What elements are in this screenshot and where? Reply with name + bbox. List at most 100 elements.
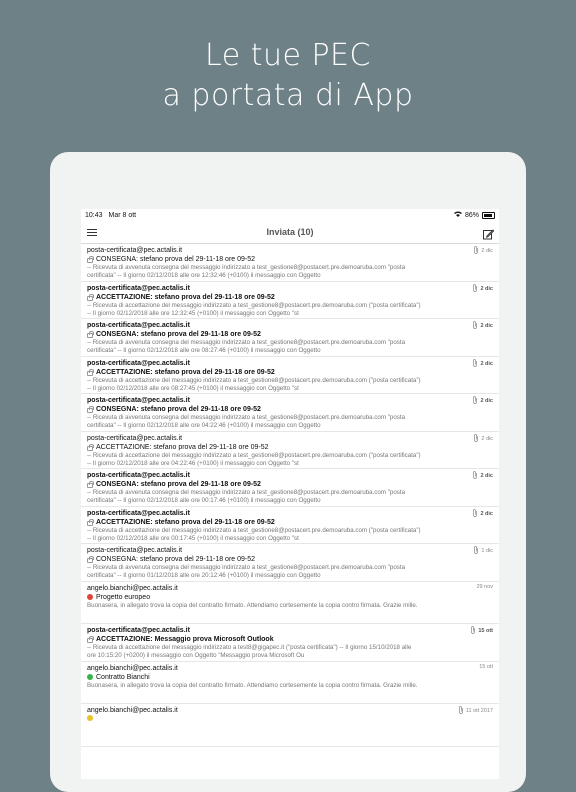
message-sender: posta-certificata@pec.actalis.it [87, 627, 190, 634]
message-sender: posta-certificata@pec.actalis.it [87, 322, 190, 329]
message-preview: -- Il giorno 02/12/2018 alle ore 12:32:4… [87, 309, 299, 317]
message-row[interactable]: posta-certificata@pec.actalis.it 15 ott AC… [81, 624, 499, 662]
message-subject-line: Contratto Bianchi [87, 673, 493, 682]
message-preview: certificata" -- Il giorno 02/12/2018 all… [87, 422, 321, 429]
message-meta: 11 ott 2017 [458, 706, 493, 716]
message-preview: -- Ricevuta di avvenuta consegna del mes… [87, 489, 406, 496]
menu-icon[interactable] [87, 228, 97, 236]
message-meta: 15 ott [470, 626, 493, 636]
message-preview: Buonasera, in allegato trova la copia de… [87, 681, 418, 689]
message-meta: 2 dic [472, 283, 493, 294]
paperclip-icon [472, 471, 478, 481]
message-date: 2 dic [480, 398, 493, 404]
message-subject: ACCETTAZIONE: stefano prova del 29-11-18… [96, 293, 275, 301]
paperclip-icon [472, 396, 478, 406]
status-date: Mar 8 ott [108, 211, 137, 219]
status-time: 10:43 [85, 211, 103, 219]
message-row[interactable]: posta-certificata@pec.actalis.it 2 dic CON… [81, 394, 499, 432]
message-meta: 15 ott [479, 664, 493, 670]
message-date: 15 ott [478, 628, 493, 634]
message-subject-line: Progetto europeo [87, 593, 493, 602]
battery-percent: 86% [464, 211, 479, 219]
paperclip-icon [470, 626, 476, 636]
message-sender: posta-certificata@pec.actalis.it [87, 547, 183, 554]
paperclip-icon [472, 358, 478, 369]
message-meta: 2 dic [472, 321, 493, 331]
lock-icon [87, 443, 94, 451]
message-date: 2 dic [481, 435, 493, 442]
message-subject: ACCETTAZIONE: Messaggio prova Microsoft … [96, 636, 274, 643]
headline: Le tue PEC a portata di App [0, 36, 576, 116]
lock-icon [87, 518, 94, 526]
paperclip-icon [472, 283, 478, 294]
message-subject-line: CONSEGNA: stefano prova del 29-11-18 ore… [87, 480, 493, 489]
message-row[interactable]: angelo.bianchi@pec.actalis.it 15 ott Contr… [81, 662, 499, 704]
message-subject-line: ACCETTAZIONE: Messaggio prova Microsoft … [87, 635, 493, 644]
paperclip-icon [473, 433, 479, 444]
message-sender: posta-certificata@pec.actalis.it [87, 284, 190, 292]
message-subject: CONSEGNA: stefano prova del 29-11-18 ore… [96, 256, 256, 263]
lock-icon [87, 368, 94, 376]
message-date: 2 dic [481, 248, 493, 254]
message-row[interactable]: posta-certificata@pec.actalis.it 2 dic ACC… [81, 432, 499, 469]
compose-icon[interactable] [483, 227, 495, 240]
message-row[interactable]: posta-certificata@pec.actalis.it 2 dic ACC… [81, 507, 499, 544]
message-sender: angelo.bianchi@pec.actalis.it [87, 707, 178, 714]
message-date: 11 ott 2017 [465, 708, 493, 714]
lock-icon [87, 481, 94, 488]
message-row[interactable]: posta-certificata@pec.actalis.it 2 dic CON… [81, 469, 499, 507]
app-screen: 10:43 Mar 8 ott 86% Inviata (10) posta-c… [81, 209, 499, 779]
lock-icon [87, 556, 94, 563]
message-meta: 2 dic [472, 508, 493, 519]
message-date: 2 dic [480, 323, 493, 329]
message-preview: -- Ricevuta di avvenuta consegna del mes… [87, 339, 406, 346]
message-sender: angelo.bianchi@pec.actalis.it [87, 584, 178, 592]
message-row[interactable]: angelo.bianchi@pec.actalis.it 11 ott 2017 [81, 704, 499, 747]
nav-bar: Inviata (10) [81, 221, 499, 244]
message-meta: 1 dic [473, 546, 493, 556]
message-meta: 2 dic [472, 396, 493, 406]
message-row[interactable]: posta-certificata@pec.actalis.it 2 dic ACC… [81, 357, 499, 394]
message-subject-line [87, 715, 493, 721]
message-subject: CONSEGNA: stefano prova del 29-11-18 ore… [96, 481, 261, 488]
message-preview: certificata" -- Il giorno 01/12/2018 all… [87, 572, 321, 579]
message-preview: -- Ricevuta di avvenuta consegna del mes… [87, 564, 406, 571]
message-row[interactable]: posta-certificata@pec.actalis.it 2 dic CON… [81, 319, 499, 357]
message-sender: posta-certificata@pec.actalis.it [87, 472, 190, 479]
yellow-status-dot-icon [87, 715, 93, 721]
paperclip-icon [472, 508, 478, 519]
message-date: 2 dic [480, 473, 493, 479]
message-row[interactable]: posta-certificata@pec.actalis.it 1 dic CON… [81, 544, 499, 582]
message-subject-line: CONSEGNA: stefano prova del 29-11-18 ore… [87, 255, 493, 264]
message-preview: -- Ricevuta di avvenuta consegna del mes… [87, 414, 406, 421]
headline-line1: Le tue PEC [205, 38, 371, 73]
battery-icon [482, 211, 495, 219]
message-subject-line: CONSEGNA: stefano prova del 29-11-18 ore… [87, 555, 493, 564]
message-subject: ACCETTAZIONE: stefano prova del 29-11-18… [96, 443, 269, 451]
message-preview: certificata" -- Il giorno 02/12/2018 all… [87, 497, 321, 504]
message-meta: 2 dic [472, 471, 493, 481]
message-subject: ACCETTAZIONE: stefano prova del 29-11-18… [96, 518, 275, 526]
message-row[interactable]: posta-certificata@pec.actalis.it 2 dic ACC… [81, 282, 499, 319]
message-preview: certificata" -- Il giorno 02/12/2018 all… [87, 272, 321, 279]
message-date: 2 dic [480, 360, 493, 367]
message-preview: Buonasera, in allegato trova la copia de… [87, 601, 418, 609]
message-preview: certificata" -- Il giorno 02/12/2018 all… [87, 347, 321, 354]
message-sender: posta-certificata@pec.actalis.it [87, 359, 190, 367]
lock-icon [87, 636, 94, 643]
message-meta: 2 dic [472, 358, 493, 369]
message-date: 15 ott [479, 663, 493, 670]
lock-icon [87, 256, 94, 263]
message-row[interactable]: posta-certificata@pec.actalis.it 2 dic CON… [81, 244, 499, 282]
message-meta: 2 dic [473, 433, 493, 444]
message-subject-line: ACCETTAZIONE: stefano prova del 29-11-18… [87, 368, 493, 377]
green-status-dot-icon [87, 674, 93, 680]
message-subject: ACCETTAZIONE: stefano prova del 29-11-18… [96, 368, 275, 376]
red-status-dot-icon [87, 594, 93, 600]
message-preview: -- Ricevuta di accettazione del messaggi… [87, 644, 412, 651]
paperclip-icon [473, 246, 479, 256]
message-row[interactable]: angelo.bianchi@pec.actalis.it 29 nov Proge… [81, 582, 499, 624]
message-sender: posta-certificata@pec.actalis.it [87, 397, 190, 404]
message-preview: ore 10:15:20 (+0200) il messaggio con Og… [87, 652, 305, 659]
message-subject: Contratto Bianchi [96, 673, 150, 681]
